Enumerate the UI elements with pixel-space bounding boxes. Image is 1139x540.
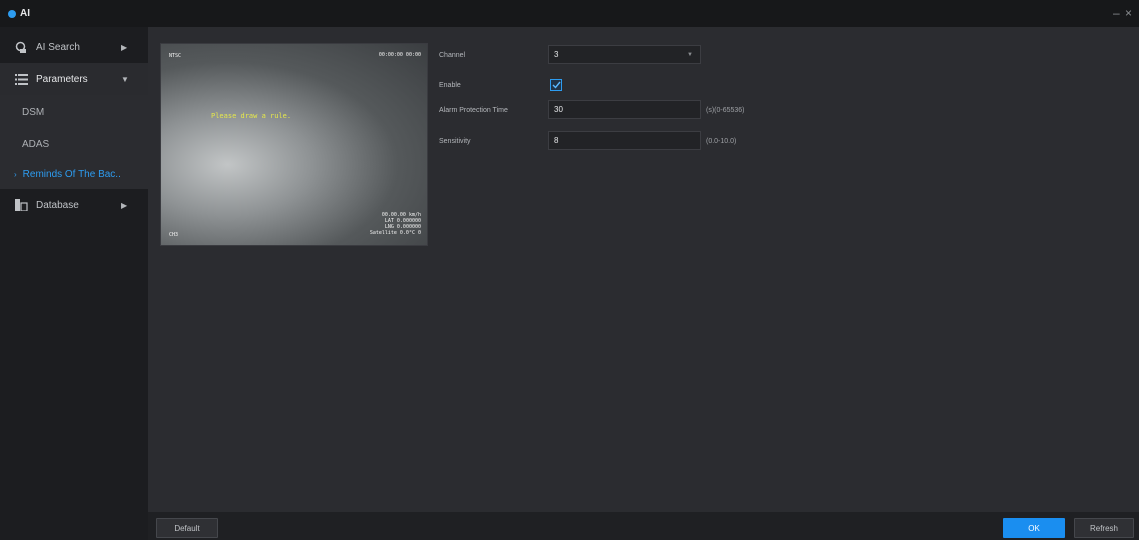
ai-search-icon	[14, 40, 28, 54]
sensitivity-value: 8	[554, 136, 559, 145]
draw-rule-prompt: Please draw a rule.	[211, 112, 292, 120]
alarm-protection-time-input[interactable]: 30	[548, 100, 701, 119]
sidebar-subitem-reminds[interactable]: › Reminds Of The Bac..	[0, 159, 148, 189]
ok-button[interactable]: OK	[1003, 518, 1065, 538]
enable-checkbox[interactable]	[550, 79, 562, 91]
sidebar-subitem-label: ADAS	[22, 138, 50, 150]
bottom-bar: Default OK Refresh	[148, 512, 1139, 540]
sidebar-subitem-dsm[interactable]: DSM	[0, 95, 148, 129]
chevron-down-icon: ▼	[121, 74, 129, 84]
video-timestamp: 00:00:00 00:00	[378, 52, 421, 58]
sensitivity-input[interactable]: 8	[548, 131, 701, 150]
channel-select[interactable]: 3 ▼	[548, 45, 701, 64]
sensitivity-range-hint: (0.0-10.0)	[706, 138, 737, 145]
sidebar-item-label: AI Search	[36, 41, 80, 53]
sidebar-item-label: Database	[36, 199, 79, 211]
window-controls[interactable]: – ×	[1113, 6, 1133, 20]
window-title: AI	[20, 8, 30, 19]
sidebar-item-ai-search[interactable]: AI Search ▶	[0, 31, 148, 63]
sidebar-item-parameters[interactable]: Parameters ▼	[0, 63, 148, 95]
default-button[interactable]: Default	[156, 518, 218, 538]
sidebar: AI Search ▶ Parameters ▼ DSM ADAS › Remi…	[0, 27, 148, 540]
title-bar: AI – ×	[0, 0, 1139, 27]
alarm-protection-time-value: 30	[554, 105, 563, 114]
video-preview[interactable]: NTSC 00:00:00 00:00 Please draw a rule. …	[160, 43, 428, 246]
sidebar-subitem-adas[interactable]: ADAS	[0, 129, 148, 159]
video-info-overlay: 00.00.00 km/h LAT 0.000000 LNG 0.000000 …	[369, 212, 421, 236]
chevron-down-icon: ▼	[687, 51, 693, 58]
sidebar-item-label: Parameters	[36, 73, 88, 85]
database-icon	[14, 198, 28, 212]
channel-select-value: 3	[554, 50, 559, 59]
video-format-label: NTSC	[169, 53, 182, 59]
main-panel: NTSC 00:00:00 00:00 Please draw a rule. …	[148, 27, 1139, 512]
refresh-button[interactable]: Refresh	[1074, 518, 1134, 538]
video-channel-label: CH3	[169, 232, 179, 238]
checkmark-icon	[552, 81, 561, 89]
list-icon	[14, 72, 28, 86]
chevron-right-icon: ▶	[121, 42, 128, 52]
chevron-right-icon: ›	[14, 169, 17, 179]
sensitivity-label: Sensitivity	[439, 138, 471, 145]
sidebar-subitem-label: DSM	[22, 106, 45, 118]
sidebar-subitem-label: Reminds Of The Bac..	[22, 168, 121, 180]
alarm-range-hint: (s)(0-65536)	[706, 107, 745, 114]
enable-label: Enable	[439, 82, 461, 89]
chevron-right-icon: ▶	[121, 200, 128, 210]
alarm-protection-time-label: Alarm Protection Time	[439, 107, 508, 114]
sidebar-item-database[interactable]: Database ▶	[0, 189, 148, 221]
channel-label: Channel	[439, 52, 466, 59]
app-logo-icon	[8, 9, 16, 18]
